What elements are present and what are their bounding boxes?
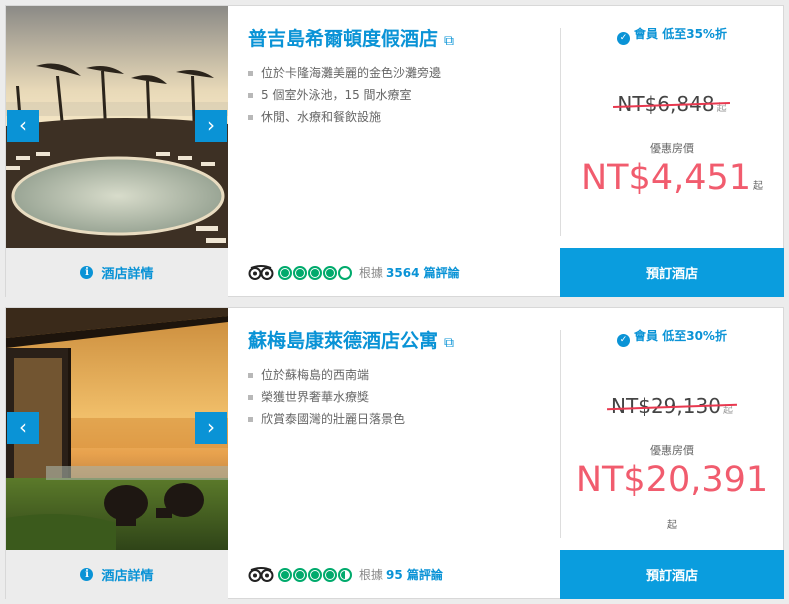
bullet-icon — [248, 373, 253, 378]
tripadvisor-owl-icon — [248, 265, 274, 280]
rating-bubble — [323, 265, 337, 280]
feature-item: 休閒、水療和餐飲設施 — [248, 106, 441, 128]
original-price-unit: 起 — [716, 103, 727, 114]
hotel-info: 普吉島希爾頓度假酒店 ⧉ 位於卡隆海灘美麗的金色沙灘旁邊 5 個室外泳池，15 間… — [228, 6, 560, 298]
external-link-icon: ⧉ — [444, 335, 455, 351]
hotel-photo: ‹ › — [6, 6, 228, 248]
hotel-details-button[interactable]: i 酒店詳情 — [6, 248, 228, 297]
discount-price-value: NT$4,451 — [580, 158, 752, 198]
rating-bubble — [308, 567, 322, 582]
hotel-card: ‹ › i 酒店詳情 普吉島希爾頓度假酒店 ⧉ 位於卡隆海灘美麗的金色沙灘旁邊 5… — [5, 5, 784, 297]
review-prefix: 根據 — [359, 266, 384, 280]
bullet-icon — [248, 93, 253, 98]
bullet-icon — [248, 71, 253, 76]
rating-bubble — [338, 265, 352, 280]
feature-item: 位於卡隆海灘美麗的金色沙灘旁邊 — [248, 62, 441, 84]
check-circle-icon: ✓ — [617, 334, 631, 347]
rating-bubble — [278, 265, 292, 280]
feature-item: 5 個室外泳池，15 間水療室 — [248, 84, 441, 106]
photo-prev-button[interactable]: ‹ — [7, 412, 39, 444]
feature-item: 欣賞泰國灣的壯麗日落景色 — [248, 408, 405, 430]
price-panel: ✓ 會員 低至35%折 NT$6,848 起 優惠房價 NT$4,451 起 — [560, 6, 784, 248]
hotel-info: 蘇梅島康萊德酒店公寓 ⧉ 位於蘇梅島的西南端 榮獲世界奢華水療獎 欣賞泰國灣的壯麗… — [228, 308, 560, 600]
discount-price: NT$20,391 — [575, 460, 769, 500]
book-hotel-button[interactable]: 預訂酒店 — [560, 248, 784, 297]
rating-bubble — [278, 567, 292, 582]
photo-prev-button[interactable]: ‹ — [7, 110, 39, 142]
book-hotel-button[interactable]: 預訂酒店 — [560, 550, 784, 599]
original-price-value: NT$6,848 — [617, 92, 715, 116]
price-panel: ✓ 會員 低至30%折 NT$29,130 起 優惠房價 NT$20,391 起 — [560, 308, 784, 550]
hotel-details-button[interactable]: i 酒店詳情 — [6, 550, 228, 599]
discount-price: NT$4,451 起 — [560, 158, 784, 198]
original-price-value: NT$29,130 — [611, 394, 721, 418]
discount-label: 優惠房價 — [650, 444, 694, 457]
member-discount-label: 會員 低至30%折 — [634, 329, 727, 343]
feature-text: 位於蘇梅島的西南端 — [261, 368, 370, 382]
feature-text: 5 個室外泳池，15 間水療室 — [261, 88, 412, 102]
review-prefix: 根據 — [359, 568, 384, 582]
photo-next-button[interactable]: › — [195, 412, 227, 444]
discount-label: 優惠房價 — [650, 142, 694, 155]
feature-item: 榮獲世界奢華水療獎 — [248, 386, 405, 408]
info-icon: i — [80, 568, 94, 581]
member-discount-badge: ✓ 會員 低至30%折 — [560, 327, 784, 347]
hotel-details-label: 酒店詳情 — [101, 569, 154, 584]
hotel-title-link[interactable]: 蘇梅島康萊德酒店公寓 ⧉ — [248, 326, 454, 353]
feature-item: 位於蘇梅島的西南端 — [248, 364, 405, 386]
feature-list: 位於卡隆海灘美麗的金色沙灘旁邊 5 個室外泳池，15 間水療室 休閒、水療和餐飲… — [248, 62, 441, 128]
hotel-details-label: 酒店詳情 — [101, 267, 154, 282]
rating-bubble — [338, 567, 352, 582]
feature-text: 休閒、水療和餐飲設施 — [261, 110, 382, 124]
original-price: NT$6,848 起 — [560, 92, 784, 116]
member-discount-badge: ✓ 會員 低至35%折 — [560, 25, 784, 45]
hotel-photo: ‹ › — [6, 308, 228, 550]
original-price: NT$29,130 起 — [560, 394, 784, 418]
tripadvisor-rating: 根據 3564 篇評論 — [248, 264, 460, 281]
bullet-icon — [248, 395, 253, 400]
tripadvisor-rating: 根據 95 篇評論 — [248, 566, 443, 583]
rating-bubble — [308, 265, 322, 280]
review-count-link[interactable]: 95 篇評論 — [386, 566, 443, 583]
info-icon: i — [80, 266, 94, 279]
bullet-icon — [248, 417, 253, 422]
feature-text: 位於卡隆海灘美麗的金色沙灘旁邊 — [261, 66, 442, 80]
rating-bubble — [293, 567, 307, 582]
price-unit: 起 — [667, 520, 677, 531]
hotel-name: 蘇梅島康萊德酒店公寓 — [248, 330, 439, 352]
hotel-name: 普吉島希爾頓度假酒店 — [248, 28, 439, 50]
feature-text: 欣賞泰國灣的壯麗日落景色 — [261, 412, 406, 426]
feature-text: 榮獲世界奢華水療獎 — [261, 390, 370, 404]
tripadvisor-owl-icon — [248, 567, 274, 582]
original-price-unit: 起 — [722, 405, 733, 416]
bullet-icon — [248, 115, 253, 120]
external-link-icon: ⧉ — [444, 33, 455, 49]
review-count-link[interactable]: 3564 篇評論 — [386, 264, 460, 281]
rating-bubble — [293, 265, 307, 280]
hotel-card: ‹ › i 酒店詳情 蘇梅島康萊德酒店公寓 ⧉ 位於蘇梅島的西南端 榮獲世界奢華水… — [5, 307, 784, 599]
photo-next-button[interactable]: › — [195, 110, 227, 142]
rating-bubble — [323, 567, 337, 582]
rating-bubbles — [278, 567, 353, 582]
member-discount-label: 會員 低至35%折 — [634, 27, 727, 41]
hotel-title-link[interactable]: 普吉島希爾頓度假酒店 ⧉ — [248, 24, 454, 51]
price-unit: 起 — [753, 181, 764, 192]
feature-list: 位於蘇梅島的西南端 榮獲世界奢華水療獎 欣賞泰國灣的壯麗日落景色 — [248, 364, 405, 430]
check-circle-icon: ✓ — [617, 32, 631, 45]
rating-bubbles — [278, 265, 353, 280]
